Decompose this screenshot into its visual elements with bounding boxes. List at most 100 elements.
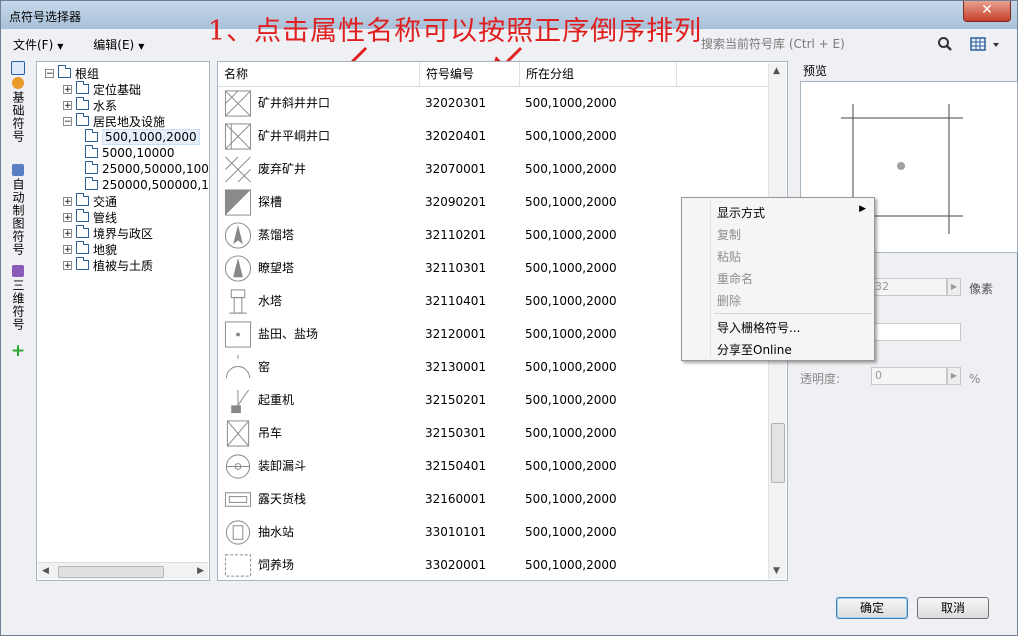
scroll-thumb[interactable]: [771, 423, 785, 483]
ctx-paste: 粘贴: [717, 250, 742, 264]
tree-item[interactable]: + 地貌: [63, 241, 117, 257]
expand-icon[interactable]: +: [63, 260, 72, 270]
tree-item-label[interactable]: 境界与政区: [93, 225, 153, 242]
menu-file[interactable]: 文件(F) ▼: [9, 34, 67, 55]
expand-icon[interactable]: +: [63, 212, 72, 222]
expand-icon[interactable]: +: [63, 100, 72, 110]
folder-icon: [76, 209, 89, 222]
cell-name: 矿井平峒井口: [258, 129, 331, 143]
table-row[interactable]: 饲养场 33020001 500,1000,2000: [218, 549, 769, 580]
cell-name: 水塔: [258, 294, 283, 308]
tree-item[interactable]: 250000,500000,10: [85, 177, 209, 193]
menu-edit[interactable]: 编辑(E) ▼: [89, 34, 148, 55]
tree-item[interactable]: 500,1000,2000: [85, 129, 200, 145]
table-row[interactable]: 矿井平峒井口 32020401 500,1000,2000: [218, 120, 769, 153]
tree-item-label[interactable]: 地貌: [93, 241, 117, 258]
expand-icon[interactable]: +: [63, 244, 72, 254]
tab-3d-label[interactable]: 三维符号: [11, 279, 25, 331]
folder-icon: [85, 145, 98, 158]
ctx-display-mode[interactable]: 显示方式: [717, 204, 765, 221]
table-row[interactable]: 起重机 32150201 500,1000,2000: [218, 384, 769, 417]
cancel-button[interactable]: 取消: [917, 597, 989, 619]
tab-basic-symbols-label[interactable]: 基础符号: [11, 91, 25, 143]
scroll-down-icon[interactable]: ▼: [773, 566, 780, 576]
tree-item[interactable]: 5000,10000: [85, 145, 175, 161]
group-tree: − 根组 + 定位基础 + 水系 − 居民地及设施 500,1000,2000 5000,1000…: [36, 61, 210, 581]
crane-icon: [231, 389, 250, 414]
table-row[interactable]: 废弃矿井 32070001 500,1000,2000: [218, 153, 769, 186]
grid-view-icon[interactable]: [969, 36, 1003, 54]
column-header-name[interactable]: 名称: [218, 62, 420, 86]
folder-icon: [76, 113, 89, 126]
ctx-import-raster[interactable]: 导入栅格符号...: [717, 319, 800, 336]
collapse-icon[interactable]: −: [63, 116, 72, 126]
add-icon[interactable]: +: [9, 343, 27, 360]
tree-item-label[interactable]: 管线: [93, 209, 117, 226]
size-spinner[interactable]: ▶: [947, 278, 961, 296]
tree-item-label[interactable]: 水系: [93, 97, 117, 114]
view-mode-button[interactable]: [969, 36, 1003, 54]
tree-item[interactable]: + 交通: [63, 193, 117, 209]
tree-item-label[interactable]: 定位基础: [93, 81, 141, 98]
lookout-tower-icon: [224, 255, 252, 282]
context-menu: 显示方式 ▶ 复制 粘贴 重命名 删除 导入栅格符号... 分享至Online: [681, 197, 875, 361]
column-header-code[interactable]: 符号编号: [420, 62, 520, 86]
folder-icon: [76, 81, 89, 94]
tree-horizontal-scrollbar[interactable]: ◀ ▶: [38, 562, 208, 579]
tab-auto-mapping-symbols[interactable]: 自动制图符号: [9, 164, 27, 259]
table-row[interactable]: 露天货栈 32160001 500,1000,2000: [218, 483, 769, 516]
search-icon[interactable]: [937, 36, 953, 52]
tree-item[interactable]: − 根组: [45, 65, 99, 81]
table-row[interactable]: 吊车 32150301 500,1000,2000: [218, 417, 769, 450]
tree-item-label[interactable]: 交通: [93, 193, 117, 210]
column-header-group[interactable]: 所在分组: [520, 62, 677, 86]
tree-item-label[interactable]: 5000,10000: [102, 146, 175, 160]
opacity-spinner[interactable]: ▶: [947, 367, 961, 385]
expand-icon[interactable]: +: [63, 84, 72, 94]
tree-item-label[interactable]: 根组: [75, 65, 99, 82]
cell-group: 500,1000,2000: [525, 129, 617, 143]
table-row[interactable]: 抽水站 33010101 500,1000,2000: [218, 516, 769, 549]
collapse-icon[interactable]: −: [45, 68, 54, 78]
tree-item[interactable]: + 水系: [63, 97, 117, 113]
cell-name: 窑: [258, 360, 271, 374]
menu-edit-label[interactable]: 编辑(E): [93, 38, 134, 52]
tree-item-label[interactable]: 500,1000,2000: [102, 129, 200, 145]
opacity-input[interactable]: 0: [871, 367, 947, 385]
close-button[interactable]: ✕: [963, 1, 1011, 22]
tree-item[interactable]: 25000,50000,1000: [85, 161, 209, 177]
expand-icon[interactable]: +: [63, 228, 72, 238]
tree-item[interactable]: + 境界与政区: [63, 225, 153, 241]
cell-group: 500,1000,2000: [525, 525, 617, 539]
size-input[interactable]: 32: [871, 278, 947, 296]
window-title: 点符号选择器: [9, 10, 82, 24]
tree-item[interactable]: + 定位基础: [63, 81, 141, 97]
folder-icon: [76, 241, 89, 254]
table-row[interactable]: 装卸漏斗 32150401 500,1000,2000: [218, 450, 769, 483]
tree-item[interactable]: + 管线: [63, 209, 117, 225]
tree-item-label[interactable]: 植被与土质: [93, 257, 153, 274]
open-depot-icon: [224, 492, 252, 507]
tree-item-label[interactable]: 居民地及设施: [93, 113, 165, 130]
ok-button[interactable]: 确定: [836, 597, 908, 619]
ctx-share-online[interactable]: 分享至Online: [717, 341, 792, 358]
search-input[interactable]: [699, 34, 931, 54]
cell-group: 500,1000,2000: [525, 558, 617, 572]
close-icon[interactable]: ✕: [981, 2, 993, 18]
tab-3d-symbols[interactable]: 三维符号: [9, 265, 27, 334]
cell-code: 32020401: [425, 129, 487, 143]
scroll-left-icon[interactable]: ◀: [42, 566, 49, 576]
scroll-up-icon[interactable]: ▲: [773, 66, 780, 76]
tab-auto-mapping-label[interactable]: 自动制图符号: [11, 178, 25, 256]
color-field[interactable]: [871, 323, 961, 341]
tree-item[interactable]: + 植被与土质: [63, 257, 153, 273]
tree-item-label[interactable]: 25000,50000,1000: [102, 162, 209, 176]
table-row[interactable]: 矿井斜井井口 32020301 500,1000,2000: [218, 87, 769, 120]
scroll-thumb[interactable]: [58, 566, 164, 578]
scroll-right-icon[interactable]: ▶: [197, 566, 204, 576]
tree-item-label[interactable]: 250000,500000,10: [102, 178, 209, 192]
menu-file-label[interactable]: 文件(F): [13, 38, 53, 52]
tab-basic-symbols[interactable]: 基础符号: [9, 61, 27, 146]
tree-item[interactable]: − 居民地及设施: [63, 113, 165, 129]
expand-icon[interactable]: +: [63, 196, 72, 206]
